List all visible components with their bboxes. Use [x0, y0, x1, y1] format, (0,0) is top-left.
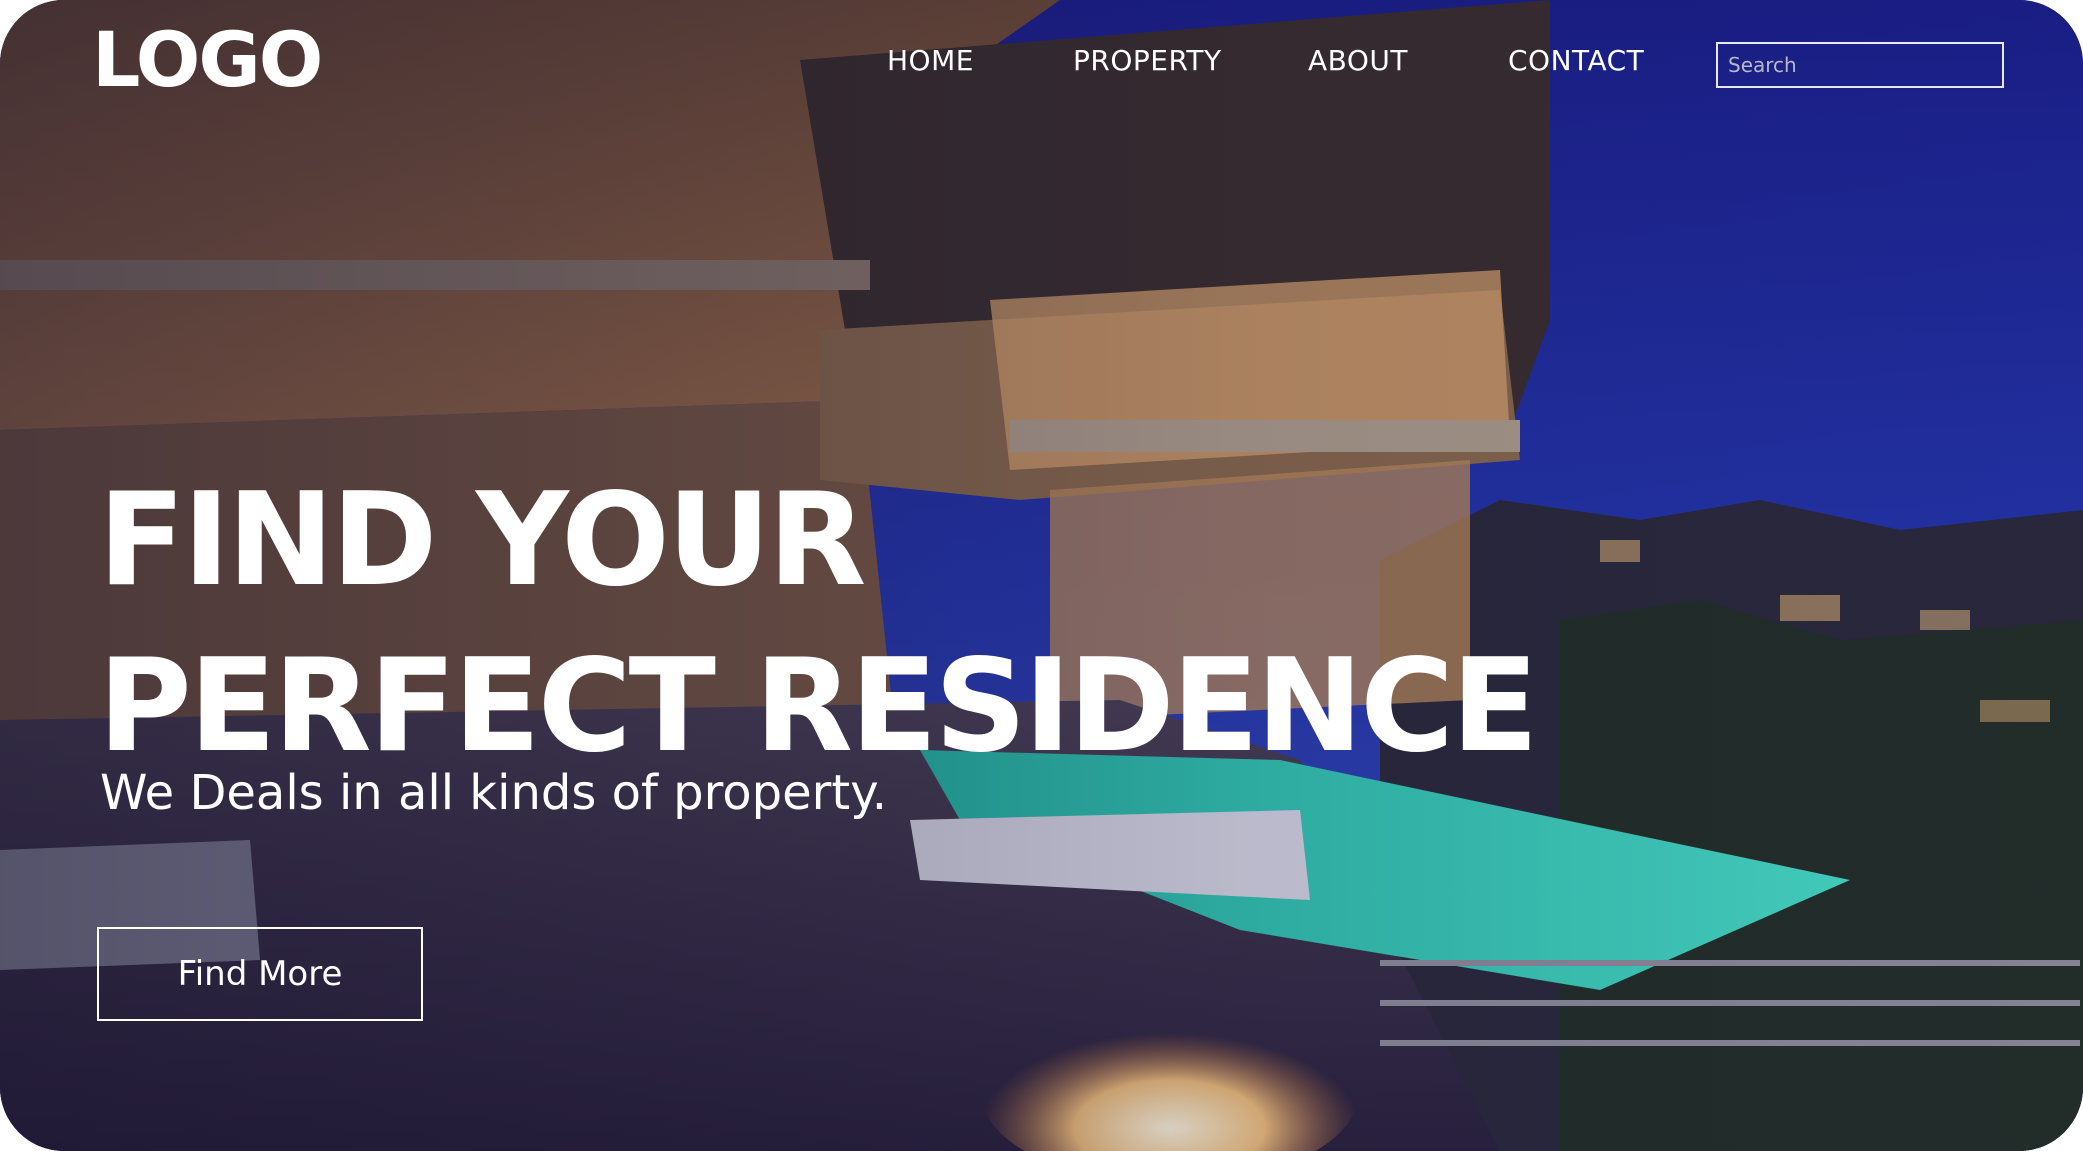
logo[interactable]: LOGO — [92, 22, 323, 98]
nav-link-home[interactable]: HOME — [887, 44, 974, 78]
hero-title: FIND YOUR PERFECT RESIDENCE — [98, 458, 1538, 790]
hero-title-line-1: FIND YOUR — [98, 466, 866, 615]
hero-subtitle: We Deals in all kinds of property. — [100, 765, 888, 821]
hero-section: LOGO HOME PROPERTY ABOUT CONTACT FIND YO… — [0, 0, 2083, 1151]
find-more-button[interactable]: Find More — [97, 927, 423, 1021]
nav-link-about[interactable]: ABOUT — [1308, 44, 1408, 78]
nav-link-property[interactable]: PROPERTY — [1073, 44, 1222, 78]
nav-link-contact[interactable]: CONTACT — [1508, 44, 1644, 78]
search-input[interactable] — [1716, 42, 2004, 88]
